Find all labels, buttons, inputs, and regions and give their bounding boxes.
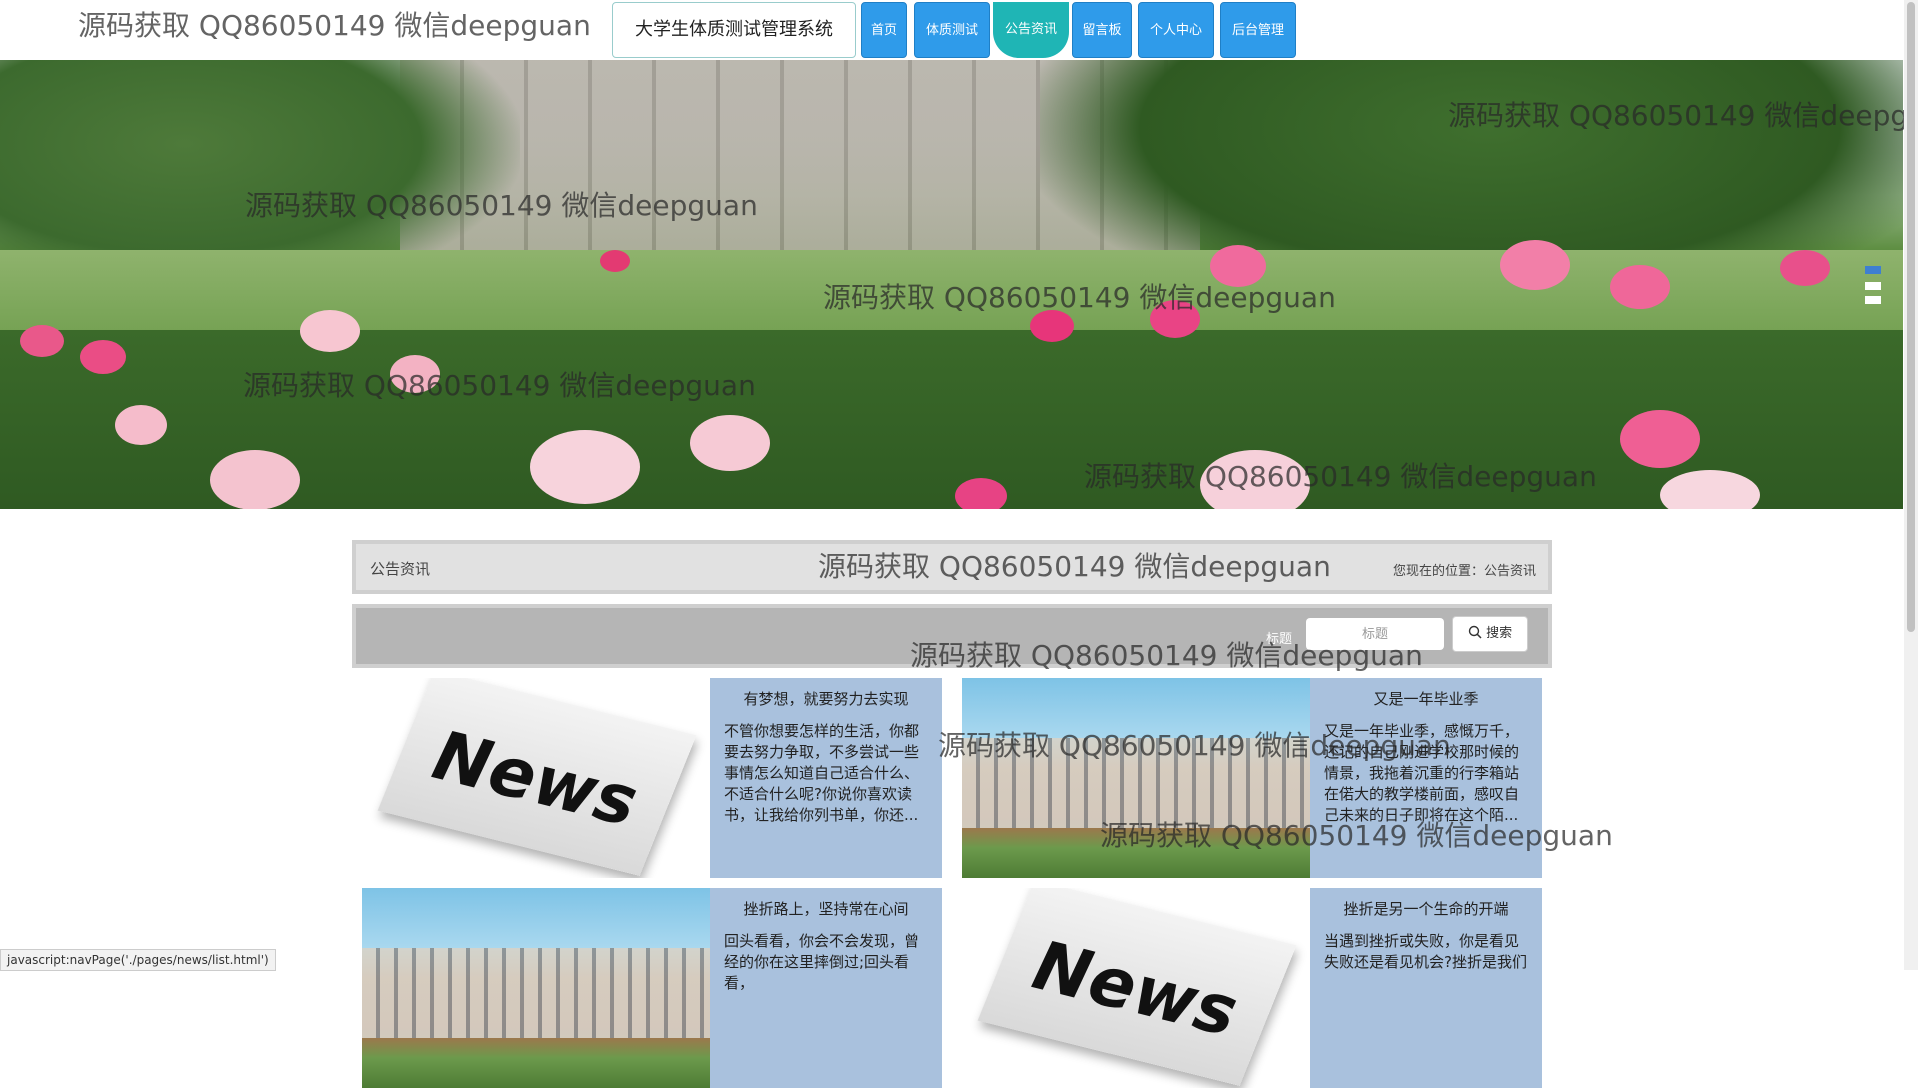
breadcrumb: 公告资讯 您现在的位置：公告资讯	[352, 540, 1552, 594]
flower	[1500, 240, 1570, 290]
news-image: News	[962, 888, 1310, 1088]
scrollbar-thumb[interactable]	[1907, 2, 1915, 632]
nav-admin[interactable]: 后台管理	[1220, 2, 1296, 58]
flower	[80, 340, 126, 374]
flower	[1030, 310, 1074, 342]
news-card-body: 有梦想，就要努力去实现 不管你想要怎样的生活，你都要去努力争取，不多尝试一些事情…	[710, 678, 942, 878]
browser-status-bar: javascript:navPage('./pages/news/list.ht…	[0, 949, 276, 971]
news-card-title[interactable]: 有梦想，就要努力去实现	[724, 688, 928, 709]
carousel-indicator[interactable]	[1865, 282, 1881, 290]
news-card-body: 挫折路上，坚持常在心间 回头看看，你会不会发现，曾经的你在这里摔倒过;回头看看，	[710, 888, 942, 1088]
breadcrumb-title: 公告资讯	[370, 560, 431, 578]
site-title[interactable]: 大学生体质测试管理系统	[612, 2, 856, 58]
flower	[1780, 250, 1830, 286]
search-button-label: 搜索	[1486, 626, 1513, 641]
hero-banner[interactable]	[0, 60, 1903, 509]
campus-image	[362, 888, 710, 1088]
news-card-body: 又是一年毕业季 又是一年毕业季，感慨万千，还记的自己刚进学校那时候的情景，我拖着…	[1310, 678, 1542, 878]
nav-home[interactable]: 首页	[861, 2, 907, 58]
news-card-title[interactable]: 又是一年毕业季	[1324, 688, 1528, 709]
news-card-body: 挫折是另一个生命的开端 当遇到挫折或失败，你是看见失败还是看见机会?挫折是我们	[1310, 888, 1542, 1088]
news-card-summary: 不管你想要怎样的生活，你都要去努力争取，不多尝试一些事情怎么知道自己适合什么、不…	[724, 722, 920, 824]
nav-announcements[interactable]: 公告资讯	[993, 2, 1069, 58]
flower	[1620, 410, 1700, 468]
news-card-title[interactable]: 挫折是另一个生命的开端	[1324, 898, 1528, 919]
nav-message-board[interactable]: 留言板	[1072, 2, 1132, 58]
news-card-summary: 回头看看，你会不会发现，曾经的你在这里摔倒过;回头看看，	[724, 932, 920, 992]
search-icon	[1468, 625, 1482, 639]
flower	[1610, 265, 1670, 309]
flower	[20, 325, 64, 357]
breadcrumb-location: 您现在的位置：公告资讯	[1392, 564, 1536, 579]
news-card[interactable]: 又是一年毕业季 又是一年毕业季，感慨万千，还记的自己刚进学校那时候的情景，我拖着…	[962, 678, 1542, 878]
news-card[interactable]: 挫折路上，坚持常在心间 回头看看，你会不会发现，曾经的你在这里摔倒过;回头看看，	[362, 888, 942, 1088]
news-card[interactable]: News 挫折是另一个生命的开端 当遇到挫折或失败，你是看见失败还是看见机会?挫…	[962, 888, 1542, 1088]
flower	[115, 405, 167, 445]
carousel-indicator[interactable]	[1865, 296, 1881, 304]
news-card-summary: 当遇到挫折或失败，你是看见失败还是看见机会?挫折是我们	[1324, 932, 1527, 971]
flower	[210, 450, 300, 509]
news-card-title[interactable]: 挫折路上，坚持常在心间	[724, 898, 928, 919]
search-button[interactable]: 搜索	[1452, 616, 1528, 652]
search-label: 标题	[1266, 632, 1293, 647]
news-card[interactable]: News 有梦想，就要努力去实现 不管你想要怎样的生活，你都要去努力争取，不多尝…	[362, 678, 942, 878]
campus-image	[962, 678, 1310, 878]
news-card-summary: 又是一年毕业季，感慨万千，还记的自己刚进学校那时候的情景，我拖着沉重的行李箱站在…	[1324, 722, 1520, 824]
flower	[390, 355, 440, 393]
news-image: News	[362, 678, 710, 878]
nav-fitness-test[interactable]: 体质测试	[914, 2, 990, 58]
page-scrollbar[interactable]	[1904, 0, 1918, 970]
carousel-indicator-active[interactable]	[1865, 266, 1881, 274]
flower	[1210, 245, 1266, 287]
flower	[955, 478, 1007, 509]
flower	[1150, 300, 1200, 338]
search-input[interactable]	[1306, 618, 1444, 650]
top-navbar: 大学生体质测试管理系统 首页 体质测试 公告资讯 留言板 个人中心 后台管理	[0, 0, 1900, 60]
flower	[690, 415, 770, 471]
flower	[600, 250, 630, 272]
campus-building-shape	[962, 738, 1310, 828]
flower	[530, 430, 640, 504]
campus-building-shape	[362, 948, 710, 1038]
flower	[300, 310, 360, 352]
nav-personal-center[interactable]: 个人中心	[1138, 2, 1214, 58]
search-bar: 标题 搜索	[352, 604, 1552, 668]
